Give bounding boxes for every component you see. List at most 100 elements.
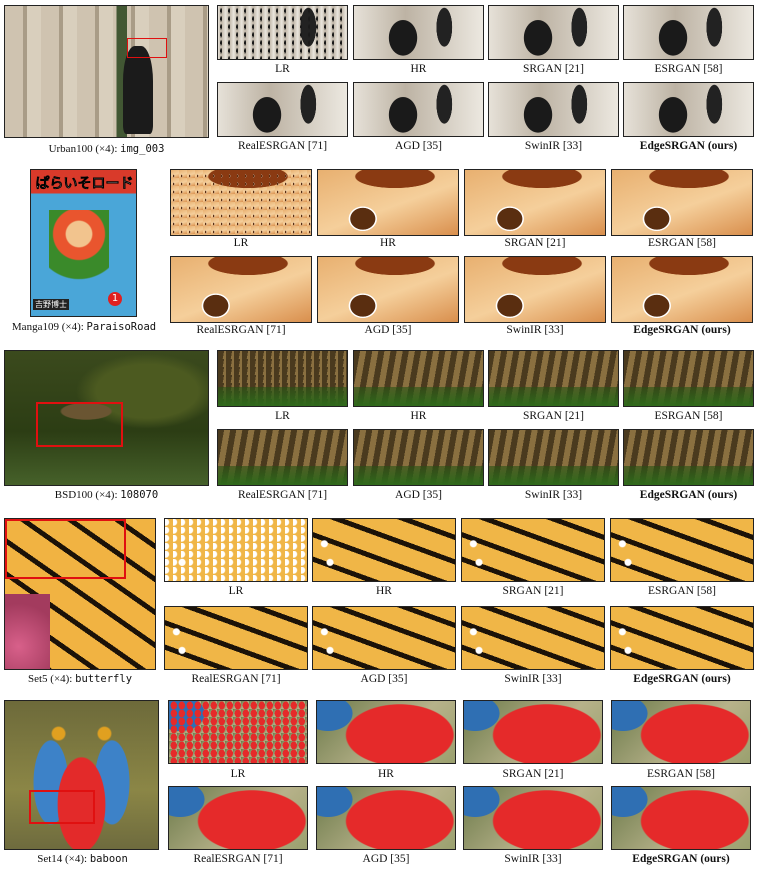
label-lr: LR: [233, 237, 249, 249]
label-edgesrgan: EdgeSRGAN (ours): [639, 140, 738, 152]
label-agd: AGD [35]: [395, 489, 442, 501]
label-edgesrgan: EdgeSRGAN (ours): [633, 324, 731, 336]
label-hr: HR: [410, 63, 427, 75]
crop-realesrgan: [164, 606, 308, 670]
crop-srgan: [488, 5, 619, 60]
label-edgesrgan: EdgeSRGAN (ours): [639, 489, 738, 501]
label-swinir: SwinIR [33]: [504, 673, 562, 685]
label-swinir: SwinIR [33]: [524, 489, 583, 501]
crop-hr: [353, 350, 484, 407]
roi-box: [36, 402, 123, 447]
label-agd: AGD [35]: [395, 140, 442, 152]
label-hr: HR: [410, 410, 427, 422]
label-realesrgan: RealESRGAN [71]: [191, 673, 281, 685]
label-lr: LR: [230, 768, 246, 780]
label-agd: AGD [35]: [362, 853, 410, 865]
crop-srgan: [488, 350, 619, 407]
label-edgesrgan: EdgeSRGAN (ours): [633, 673, 731, 685]
crop-esrgan: [623, 5, 754, 60]
crop-swinir: [464, 256, 606, 323]
label-swinir: SwinIR [33]: [504, 853, 562, 865]
dataset-caption: Manga109 (×4): ParaisoRoad: [11, 321, 157, 333]
comparison-row-set14: Set14 (×4): baboon LR HR SRGAN [21] ESRG…: [0, 697, 758, 870]
crop-agd: [353, 429, 484, 486]
main-image-urban100: [4, 5, 209, 138]
label-lr: LR: [275, 63, 290, 75]
crop-realesrgan: [168, 786, 308, 850]
crop-esrgan: [623, 350, 754, 407]
label-srgan: SRGAN [21]: [504, 237, 566, 249]
label-srgan: SRGAN [21]: [522, 63, 584, 75]
label-lr: LR: [228, 585, 244, 597]
crop-hr: [317, 169, 459, 236]
main-image-set14: [4, 700, 159, 850]
crop-agd: [353, 82, 484, 137]
label-srgan: SRGAN [21]: [502, 768, 564, 780]
crop-hr: [312, 518, 456, 582]
dataset-caption: Urban100 (×4): img_003: [48, 143, 165, 155]
label-srgan: SRGAN [21]: [522, 410, 584, 422]
crop-edgesrgan: [610, 606, 754, 670]
label-hr: HR: [378, 768, 394, 780]
crop-esrgan: [611, 700, 751, 764]
crop-lr: [164, 518, 308, 582]
roi-box: [29, 790, 95, 824]
crop-srgan: [464, 169, 606, 236]
crop-edgesrgan: [623, 82, 754, 137]
crop-agd: [312, 606, 456, 670]
label-agd: AGD [35]: [364, 324, 412, 336]
label-realesrgan: RealESRGAN [71]: [237, 489, 328, 501]
crop-lr: [168, 700, 308, 764]
label-esrgan: ESRGAN [58]: [646, 768, 716, 780]
label-edgesrgan: EdgeSRGAN (ours): [632, 853, 730, 865]
comparison-row-urban100: Urban100 (×4): img_003 LR HR SRGAN [21] …: [0, 0, 758, 165]
crop-realesrgan: [170, 256, 312, 323]
crop-agd: [316, 786, 456, 850]
crop-srgan: [461, 518, 605, 582]
manga-volume-badge: 1: [108, 292, 122, 306]
crop-realesrgan: [217, 429, 348, 486]
crop-esrgan: [610, 518, 754, 582]
manga-cover-author: 吉野博士: [33, 299, 69, 310]
crop-realesrgan: [217, 82, 348, 137]
crop-swinir: [463, 786, 603, 850]
label-esrgan: ESRGAN [58]: [654, 63, 723, 75]
label-esrgan: ESRGAN [58]: [654, 410, 723, 422]
crop-edgesrgan: [611, 786, 751, 850]
comparison-row-manga109: ぱらいそロード 吉野博士 1 Manga109 (×4): ParaisoRoa…: [0, 165, 758, 343]
label-esrgan: ESRGAN [58]: [647, 585, 717, 597]
crop-lr: [217, 350, 348, 407]
main-image-set5: [4, 518, 156, 670]
crop-swinir: [461, 606, 605, 670]
dataset-caption: Set5 (×4): butterfly: [27, 673, 133, 685]
label-realesrgan: RealESRGAN [71]: [237, 140, 328, 152]
label-esrgan: ESRGAN [58]: [647, 237, 717, 249]
crop-agd: [317, 256, 459, 323]
crop-edgesrgan: [611, 256, 753, 323]
crop-hr: [316, 700, 456, 764]
label-agd: AGD [35]: [360, 673, 408, 685]
manga-cover-title: ぱらいそロード: [35, 176, 134, 193]
crop-swinir: [488, 429, 619, 486]
label-hr: HR: [380, 237, 396, 249]
label-hr: HR: [376, 585, 392, 597]
label-swinir: SwinIR [33]: [524, 140, 583, 152]
crop-hr: [353, 5, 484, 60]
main-image-manga109: ぱらいそロード 吉野博士 1: [30, 169, 137, 317]
crop-srgan: [463, 700, 603, 764]
label-realesrgan: RealESRGAN [71]: [196, 324, 286, 336]
crop-edgesrgan: [623, 429, 754, 486]
main-image-bsd100: [4, 350, 209, 486]
roi-box: [5, 519, 126, 579]
crop-esrgan: [611, 169, 753, 236]
dataset-caption: BSD100 (×4): 108070: [54, 489, 159, 501]
label-realesrgan: RealESRGAN [71]: [193, 853, 283, 865]
comparison-row-bsd100: BSD100 (×4): 108070 LR HR SRGAN [21] ESR…: [0, 347, 758, 507]
label-swinir: SwinIR [33]: [506, 324, 564, 336]
crop-swinir: [488, 82, 619, 137]
label-srgan: SRGAN [21]: [502, 585, 564, 597]
label-lr: LR: [275, 410, 290, 422]
crop-lr: [217, 5, 348, 60]
comparison-row-set5: Set5 (×4): butterfly LR HR SRGAN [21] ES…: [0, 513, 758, 693]
dataset-caption: Set14 (×4): baboon: [37, 853, 128, 865]
